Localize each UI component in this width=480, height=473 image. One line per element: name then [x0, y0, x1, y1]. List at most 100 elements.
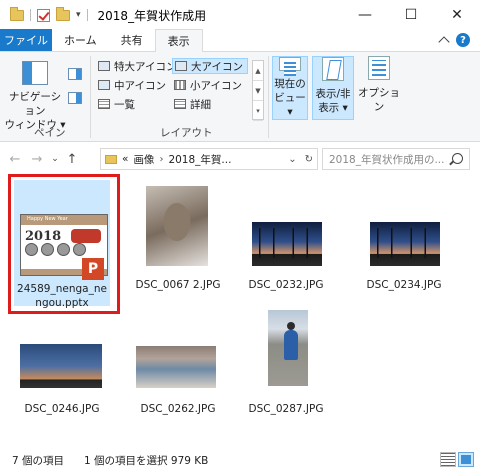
layout-large-icons[interactable]: 大アイコン: [172, 58, 248, 74]
palm-silhouettes: [252, 228, 322, 258]
tab-file[interactable]: ファイル: [0, 29, 52, 51]
view-switcher: [440, 452, 474, 467]
address-dropdown-icon[interactable]: ⌄: [288, 154, 296, 165]
ribbon-controls: ?: [438, 29, 480, 51]
layout-small-label: 小アイコン: [190, 79, 242, 92]
details-pane-icon[interactable]: [68, 92, 82, 104]
file-name: DSC_0232.JPG: [248, 279, 324, 291]
current-view-label-2: ビュー ▾: [274, 92, 306, 118]
layout-extra-large-icons[interactable]: 特大アイコン: [96, 58, 178, 74]
scroll-down-icon[interactable]: ▼: [253, 81, 263, 101]
file-item-pptx[interactable]: Happy New Year 2018 P 24589_nenga_ne ngo…: [14, 180, 110, 309]
window-controls: — ☐ ✕: [342, 0, 480, 30]
file-item-dsc0246[interactable]: DSC_0246.JPG: [14, 316, 110, 416]
layout-list[interactable]: 一覧: [96, 96, 137, 112]
file-name: DSC_0246.JPG: [24, 403, 100, 415]
show-hide-label-1: 表示/非: [315, 88, 351, 100]
pptx-decoration: [71, 229, 101, 243]
layout-medium-icons[interactable]: 中アイコン: [96, 77, 168, 93]
options-button[interactable]: オプション: [356, 56, 402, 120]
navigation-pane-icon[interactable]: [22, 61, 48, 85]
photo-thumbnail: [146, 186, 208, 266]
file-item-dsc0234[interactable]: DSC_0234.JPG: [356, 180, 452, 306]
file-item-dsc0232[interactable]: DSC_0232.JPG: [238, 180, 334, 306]
show-hide-button[interactable]: 表示/非 表示 ▾: [312, 56, 354, 120]
layout-medium-label: 中アイコン: [114, 79, 166, 92]
expand-gallery-icon[interactable]: ▾: [253, 101, 263, 121]
file-view: Happy New Year 2018 P 24589_nenga_ne ngo…: [0, 174, 480, 447]
ribbon-tabs: ファイル ホーム 共有 表示 ?: [0, 29, 480, 52]
pptx-year: 2018: [25, 229, 62, 244]
breadcrumb-current[interactable]: 2018_年賀...: [168, 152, 231, 167]
photo-thumbnail: [268, 310, 308, 386]
pptx-photo-circle: [57, 243, 70, 256]
file-item-dsc0067[interactable]: DSC_0067 2.JPG: [130, 180, 226, 306]
window-title: 2018_年賀状作成用: [97, 8, 207, 23]
photo-thumbnail: [136, 346, 216, 388]
preview-pane-icon[interactable]: [68, 68, 82, 80]
pptx-photo-circle: [41, 243, 54, 256]
search-icon[interactable]: [452, 153, 463, 164]
file-name-line-1: 24589_nenga_ne: [17, 283, 107, 295]
status-bar: 7 個の項目 1 個の項目を選択 979 KB: [0, 447, 480, 473]
powerpoint-icon: P: [82, 258, 104, 280]
help-icon[interactable]: ?: [456, 33, 470, 47]
current-view-icon: [279, 57, 301, 76]
layout-group-label: レイアウト: [160, 127, 213, 139]
properties-icon[interactable]: [37, 8, 50, 22]
minimize-button[interactable]: —: [342, 0, 388, 30]
file-item-dsc0287[interactable]: DSC_0287.JPG: [238, 310, 334, 420]
current-view-button[interactable]: 現在の ビュー ▾: [272, 56, 308, 120]
file-item-dsc0262[interactable]: DSC_0262.JPG: [130, 316, 226, 416]
breadcrumb-separator-icon: ›: [159, 153, 164, 165]
current-view-label-1: 現在の: [274, 78, 306, 90]
divider: [86, 9, 88, 21]
scroll-up-icon[interactable]: ▲: [253, 61, 263, 81]
address-bar[interactable]: « 画像 › 2018_年賀... ⌄ ↻: [100, 148, 318, 170]
maximize-button[interactable]: ☐: [388, 0, 434, 30]
file-name: DSC_0287.JPG: [248, 403, 324, 415]
child-figure: [284, 322, 298, 360]
customize-toolbar-icon[interactable]: ▾: [76, 10, 81, 20]
layout-details-label: 詳細: [190, 98, 211, 111]
folder-icon: [105, 154, 117, 164]
back-arrow-icon[interactable]: ←: [4, 152, 26, 167]
file-name: 24589_nenga_ne ngou.pptx: [14, 282, 110, 310]
close-button[interactable]: ✕: [434, 0, 480, 30]
photo-thumbnail: [252, 222, 322, 266]
layout-small-icons[interactable]: 小アイコン: [172, 77, 244, 93]
breadcrumb-chevron[interactable]: «: [122, 153, 128, 165]
details-view-button[interactable]: [440, 452, 456, 467]
file-name: DSC_0234.JPG: [366, 279, 442, 291]
tab-home[interactable]: ホーム: [52, 29, 109, 51]
palm-silhouettes: [370, 228, 440, 258]
forward-arrow-icon[interactable]: →: [26, 152, 48, 167]
tab-share[interactable]: 共有: [109, 29, 155, 51]
layout-details[interactable]: 詳細: [172, 96, 213, 112]
breadcrumb-pictures[interactable]: 画像: [133, 152, 154, 167]
item-count: 7 個の項目: [12, 454, 65, 467]
address-controls: ⌄ ↻: [288, 154, 313, 165]
title-bar: ▾ 2018_年賀状作成用 — ☐ ✕: [0, 0, 480, 30]
large-icons-view-button[interactable]: [458, 452, 474, 467]
small-icons-icon: [174, 80, 186, 90]
search-placeholder: 2018_年賀状作成用の...: [329, 153, 445, 166]
up-arrow-icon[interactable]: ↑: [62, 152, 82, 167]
file-name-line-2: ngou.pptx: [35, 297, 89, 309]
quick-access-toolbar: ▾: [0, 6, 88, 22]
layout-scroll[interactable]: ▲ ▼ ▾: [252, 60, 264, 121]
medium-icons-icon: [98, 80, 110, 90]
refresh-icon[interactable]: ↻: [305, 154, 313, 165]
divider: [30, 9, 31, 21]
tab-view[interactable]: 表示: [154, 29, 203, 52]
file-name: DSC_0262.JPG: [140, 403, 216, 415]
collapse-ribbon-icon[interactable]: [438, 36, 450, 48]
photo-thumbnail: [20, 344, 102, 388]
search-input[interactable]: 2018_年賀状作成用の...: [322, 148, 470, 170]
layout-list-label: 一覧: [114, 98, 135, 111]
recent-locations-icon[interactable]: ⌄: [48, 154, 62, 164]
options-label: オプション: [358, 87, 400, 113]
pptx-photo-circle: [25, 243, 38, 256]
selection-info: 1 個の項目を選択 979 KB: [84, 454, 209, 467]
new-folder-icon[interactable]: [56, 6, 70, 21]
